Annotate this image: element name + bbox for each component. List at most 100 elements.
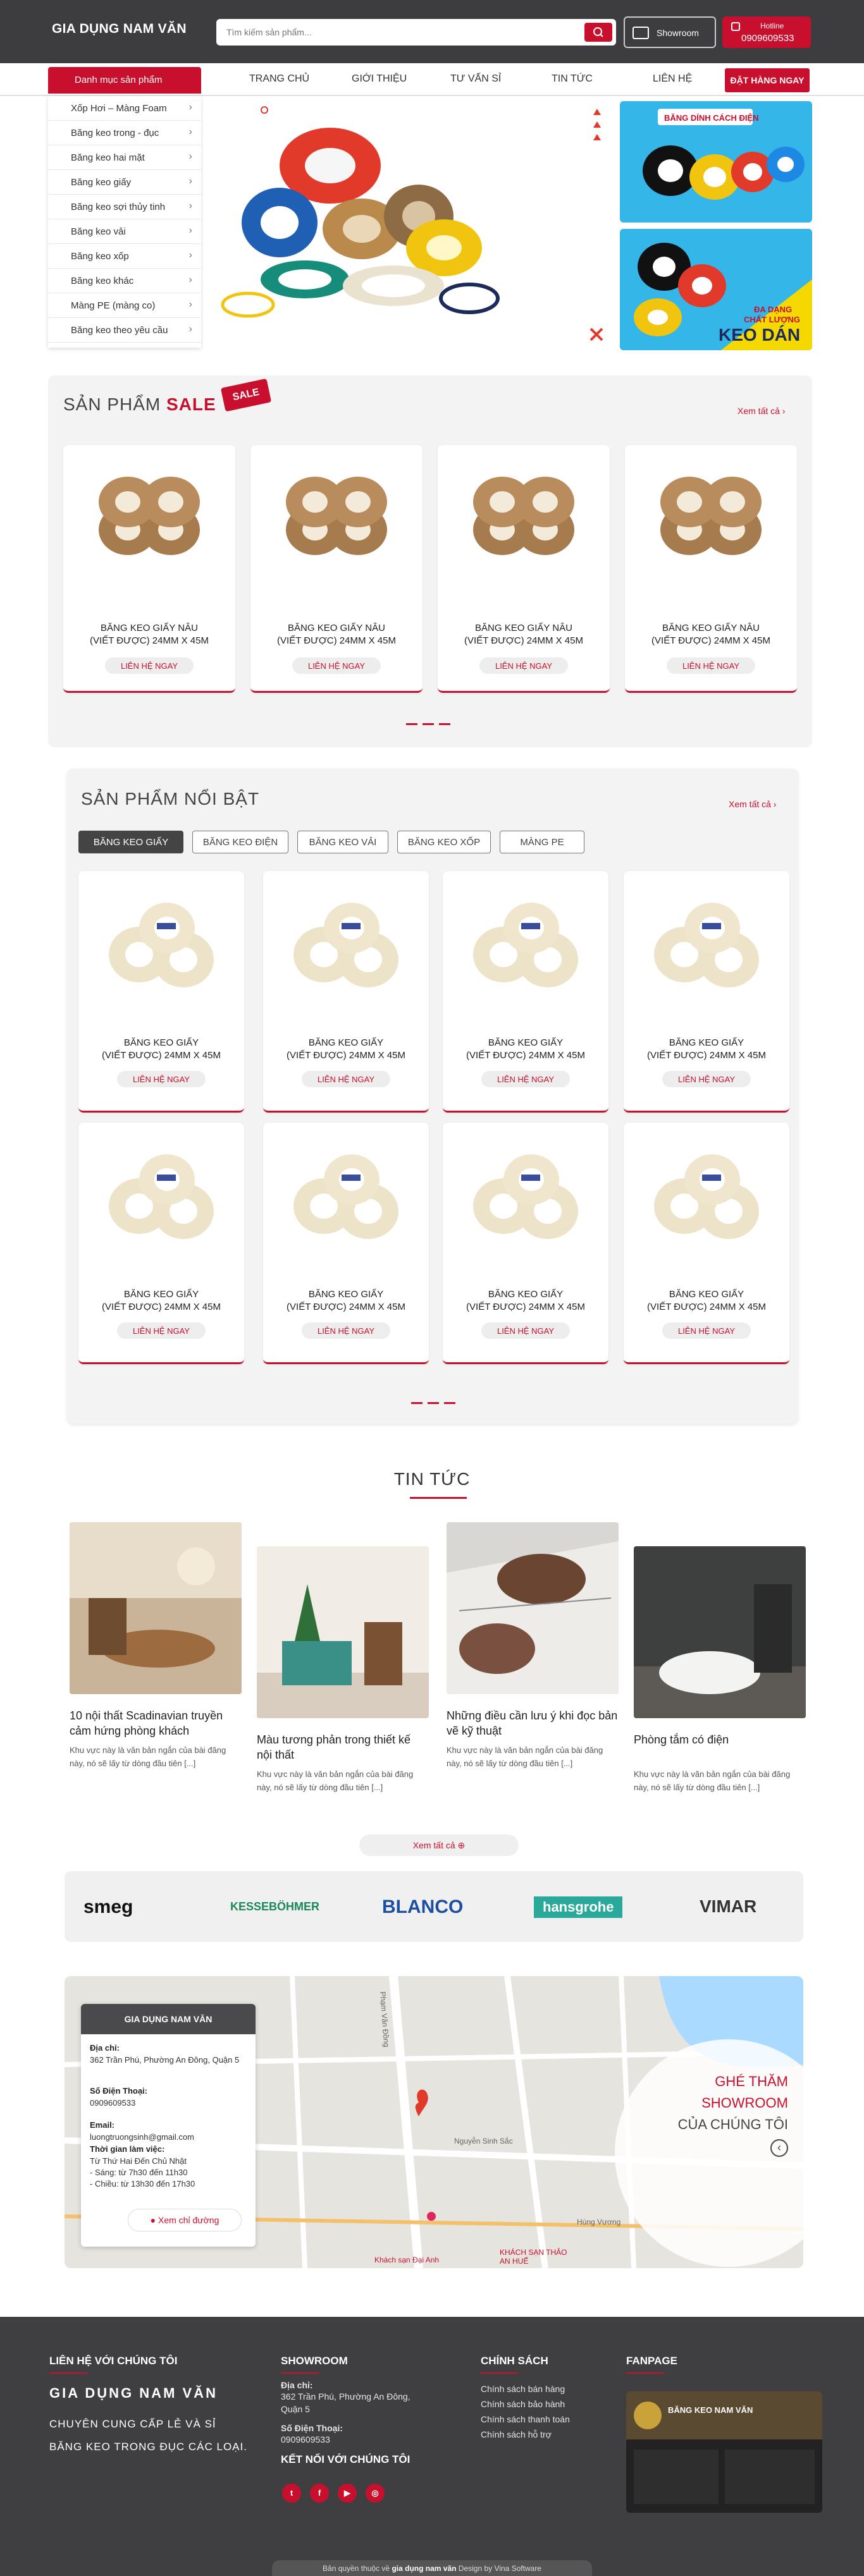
news-excerpt: Khu vực này là văn bản ngắn của bài đăng…: [447, 1745, 603, 1768]
directions-button[interactable]: ● Xem chỉ đường: [128, 2209, 242, 2231]
product-card[interactable]: BĂNG KEO GIẤY (VIẾT ĐƯỢC) 24MM X 45M LIÊN …: [78, 871, 244, 1113]
featured-title: SẢN PHẨM NỔI BẬT: [81, 789, 260, 809]
product-card[interactable]: BĂNG KEO GIẤY (VIẾT ĐƯỢC) 24MM X 45M LIÊN …: [624, 1123, 789, 1364]
policy-link[interactable]: Chính sách bảo hành: [481, 2398, 565, 2410]
product-card[interactable]: BĂNG KEO GIẤY (VIẾT ĐƯỢC) 24MM X 45M LIÊN …: [624, 871, 789, 1113]
product-card[interactable]: BĂNG KEO GIẤY (VIẾT ĐƯỢC) 24MM X 45M LIÊN …: [78, 1123, 244, 1364]
showroom-button[interactable]: Showroom: [624, 16, 716, 48]
tab-paper-tape[interactable]: BĂNG KEO GIẤY: [78, 831, 183, 853]
site-header: GIA DỤNG NAM VĂN Showroom Hotline 090960…: [0, 0, 864, 63]
footer-policy-heading: CHÍNH SÁCH: [481, 2355, 548, 2367]
category-item[interactable]: Băng keo sợi thủy tinh ›: [48, 195, 201, 219]
sale-see-all-link[interactable]: Xem tất cả ›: [737, 406, 785, 416]
product-size: (VIẾT ĐƯỢC) 24MM X 45M: [277, 635, 396, 646]
news-excerpt: Khu vực này là văn bản ngắn của bài đăng…: [70, 1745, 226, 1768]
product-card[interactable]: BĂNG KEO GIẤY (VIẾT ĐƯỢC) 24MM X 45M LIÊN …: [443, 1123, 608, 1364]
phone-value[interactable]: 0909609533: [90, 2097, 242, 2109]
news-title-text[interactable]: 10 nội thất Scadinavian truyền cảm hứng …: [70, 1708, 242, 1738]
contact-now-button[interactable]: LIÊN HỆ NGAY: [481, 1071, 570, 1087]
twitter-icon[interactable]: t: [282, 2484, 301, 2503]
contact-now-button[interactable]: LIÊN HỆ NGAY: [662, 1071, 751, 1087]
hotline-button[interactable]: Hotline 0909609533: [722, 16, 811, 48]
banner2-line2: CHẤT LƯỢNG: [744, 315, 801, 324]
tab-electrical-tape[interactable]: BĂNG KEO ĐIỆN: [192, 831, 288, 853]
category-item[interactable]: Băng keo trong - đục ›: [48, 121, 201, 145]
news-card[interactable]: Màu tương phản trong thiết kế nội thất K…: [257, 1546, 429, 1812]
policy-link[interactable]: Chính sách thanh toán: [481, 2413, 570, 2426]
fanpage-widget[interactable]: BĂNG KEO NAM VĂN: [626, 2391, 822, 2513]
product-size: (VIẾT ĐƯỢC) 24MM X 45M: [90, 635, 209, 646]
contact-now-button[interactable]: LIÊN HỆ NGAY: [105, 657, 194, 674]
product-card[interactable]: BĂNG KEO GIẤY (VIẾT ĐƯỢC) 24MM X 45M LIÊN …: [263, 1123, 429, 1364]
brand-logo-blanco[interactable]: BLANCO: [382, 1896, 463, 1918]
news-title-text[interactable]: Màu tương phản trong thiết kế nội thất: [257, 1732, 429, 1762]
category-menu-toggle[interactable]: Danh mục sản phẩm: [48, 67, 201, 94]
contact-now-button[interactable]: LIÊN HỆ NGAY: [292, 657, 381, 674]
category-item[interactable]: Băng keo theo yêu cầu ›: [48, 318, 201, 343]
hero-slider[interactable]: [204, 96, 615, 355]
banner-quality-tape[interactable]: ĐA DẠNG CHẤT LƯỢNG KEO DÁN: [620, 229, 812, 350]
category-item[interactable]: Băng keo giấy ›: [48, 170, 201, 195]
directions-label: Xem chỉ đường: [157, 2215, 219, 2225]
policy-link[interactable]: Chính sách hỗ trợ: [481, 2428, 552, 2441]
news-title-text[interactable]: Phòng tắm có điện: [634, 1732, 806, 1747]
order-now-button[interactable]: ĐẶT HÀNG NGAY: [725, 68, 810, 92]
brand-logo-vimar[interactable]: VIMAR: [700, 1896, 756, 1917]
nav-about[interactable]: GIỚI THIỆU: [352, 73, 407, 85]
instagram-icon[interactable]: ◎: [366, 2484, 385, 2503]
search-input[interactable]: [226, 19, 581, 46]
category-item[interactable]: Băng keo khác ›: [48, 269, 201, 293]
category-item[interactable]: Băng keo xốp ›: [48, 244, 201, 269]
category-item[interactable]: Màng PE (màng co) ›: [48, 293, 201, 318]
arrow-left-icon[interactable]: ‹: [770, 2139, 788, 2157]
nav-news[interactable]: TIN TỨC: [552, 73, 593, 85]
product-image: [109, 1154, 214, 1239]
brand-logo-hansgrohe[interactable]: hansgrohe: [534, 1896, 623, 1918]
policy-link[interactable]: Chính sách bán hàng: [481, 2383, 565, 2395]
search-button[interactable]: [584, 23, 612, 42]
news-see-all-button[interactable]: Xem tất cả ⊕: [359, 1834, 519, 1856]
news-card[interactable]: 10 nội thất Scadinavian truyền cảm hứng …: [70, 1522, 242, 1788]
carousel-dots[interactable]: [406, 717, 455, 725]
nav-wholesale[interactable]: TƯ VẤN SỈ: [450, 73, 501, 85]
facebook-icon[interactable]: f: [310, 2484, 329, 2503]
contact-now-button[interactable]: LIÊN HỆ NGAY: [117, 1322, 206, 1339]
product-card[interactable]: BĂNG KEO GIẤY (VIẾT ĐƯỢC) 24MM X 45M LIÊN …: [443, 871, 608, 1113]
category-item[interactable]: Băng keo hai mặt ›: [48, 145, 201, 170]
tab-cloth-tape[interactable]: BĂNG KEO VẢI: [297, 831, 388, 853]
contact-now-button[interactable]: LIÊN HỆ NGAY: [667, 657, 755, 674]
nav-home[interactable]: TRANG CHỦ: [249, 73, 309, 85]
product-card[interactable]: BĂNG KEO GIẤY (VIẾT ĐƯỢC) 24MM X 45M LIÊN …: [263, 871, 429, 1113]
footer-phone[interactable]: 0909609533: [281, 2433, 330, 2446]
category-item[interactable]: Băng keo vải ›: [48, 219, 201, 244]
category-label: Băng keo vải: [71, 226, 126, 237]
sale-title: SẢN PHẨM SALE: [63, 394, 216, 415]
email-value[interactable]: luongtruongsinh@gmail.com: [90, 2132, 242, 2143]
contact-now-button[interactable]: LIÊN HỆ NGAY: [479, 657, 568, 674]
tab-pe-film[interactable]: MÀNG PE: [500, 831, 584, 853]
contact-now-button[interactable]: LIÊN HỆ NGAY: [302, 1322, 390, 1339]
contact-now-button[interactable]: LIÊN HỆ NGAY: [662, 1322, 751, 1339]
site-logo[interactable]: GIA DỤNG NAM VĂN: [52, 21, 187, 37]
category-item[interactable]: Xốp Hơi – Màng Foam ›: [48, 96, 201, 121]
carousel-dots[interactable]: [411, 1396, 460, 1404]
youtube-icon[interactable]: ▶: [338, 2484, 357, 2503]
category-label: Băng keo trong - đục: [71, 128, 159, 138]
tab-foam-tape[interactable]: BĂNG KEO XỐP: [397, 831, 491, 853]
nav-contact[interactable]: LIÊN HỆ: [653, 73, 692, 85]
news-card[interactable]: Phòng tắm có điện Khu vực này là văn bản…: [634, 1546, 806, 1812]
product-card[interactable]: BĂNG KEO GIẤY NÂU (VIẾT ĐƯỢC) 24MM X 45M…: [625, 445, 797, 693]
brand-logo-kessebohmer[interactable]: KESSEBÖHMER: [230, 1900, 319, 1914]
news-title-text[interactable]: Những điều cần lưu ý khi đọc bản vẽ kỹ t…: [447, 1708, 619, 1738]
product-card[interactable]: BĂNG KEO GIẤY NÂU (VIẾT ĐƯỢC) 24MM X 45M…: [250, 445, 423, 693]
contact-now-button[interactable]: LIÊN HỆ NGAY: [302, 1071, 390, 1087]
featured-see-all-link[interactable]: Xem tất cả ›: [729, 799, 776, 809]
news-card[interactable]: Những điều cần lưu ý khi đọc bản vẽ kỹ t…: [447, 1522, 619, 1788]
banner-electrical-tape[interactable]: BĂNG DÍNH CÁCH ĐIỆN: [620, 101, 812, 223]
brand-logo-smeg[interactable]: smeg: [83, 1896, 133, 1918]
product-card[interactable]: BĂNG KEO GIẤY NÂU (VIẾT ĐƯỢC) 24MM X 45M…: [63, 445, 235, 693]
contact-now-button[interactable]: LIÊN HỆ NGAY: [117, 1071, 206, 1087]
product-card[interactable]: BĂNG KEO GIẤY NÂU (VIẾT ĐƯỢC) 24MM X 45M…: [438, 445, 610, 693]
contact-now-button[interactable]: LIÊN HỆ NGAY: [481, 1322, 570, 1339]
fanpage-panel: [725, 2450, 815, 2504]
